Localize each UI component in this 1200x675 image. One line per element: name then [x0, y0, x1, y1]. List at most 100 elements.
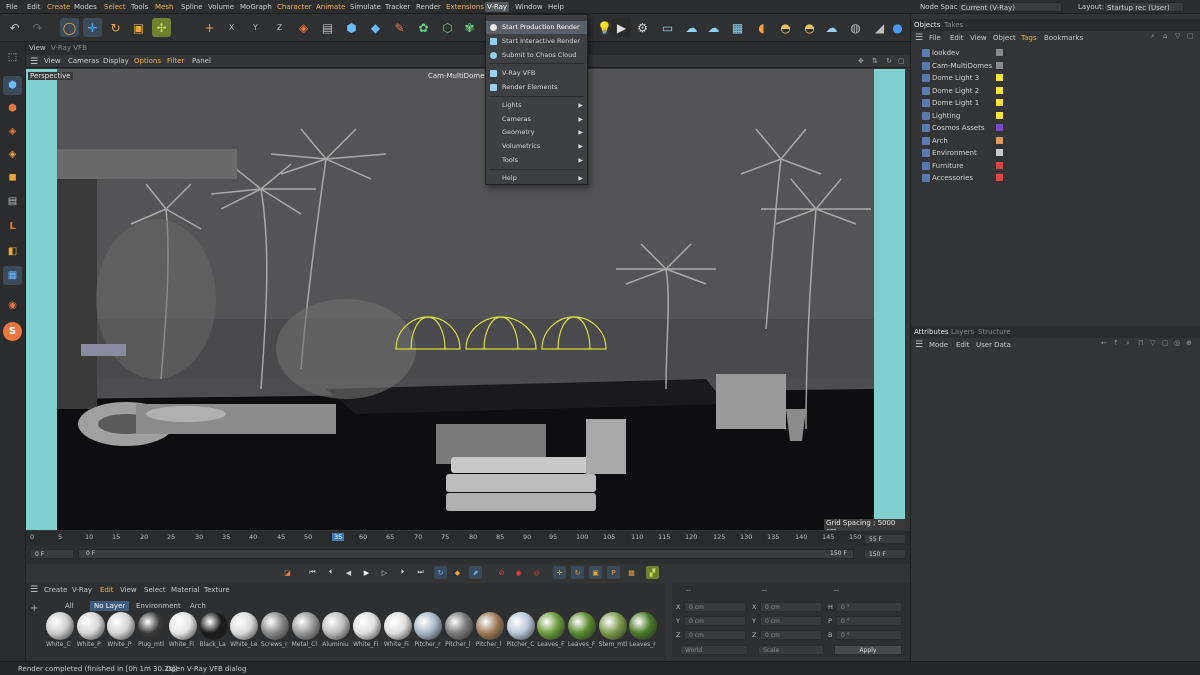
- object-row[interactable]: Arch: [912, 135, 1200, 147]
- tab-vray-vfb[interactable]: V-Ray VFB: [51, 44, 87, 52]
- object-row[interactable]: Furniture: [912, 160, 1200, 172]
- geometry-item[interactable]: Geometry ▶: [486, 126, 587, 139]
- coord-space-select[interactable]: World: [680, 645, 748, 655]
- render-elements-item[interactable]: Render Elements: [486, 81, 587, 94]
- coord-y-size[interactable]: 0 cm: [760, 616, 822, 626]
- back-arrow-icon[interactable]: ←: [1101, 339, 1107, 347]
- material-swatch[interactable]: [567, 612, 596, 640]
- menu-select[interactable]: Select: [102, 2, 128, 12]
- object-mode-icon[interactable]: ⬢: [3, 76, 22, 95]
- coord-z-position[interactable]: 0 cm: [684, 630, 746, 640]
- material-swatch[interactable]: [199, 612, 228, 640]
- autokeying-icon[interactable]: ◉: [512, 566, 525, 579]
- deformer-icon[interactable]: ⬡: [438, 18, 457, 37]
- material-swatch[interactable]: [138, 612, 167, 640]
- filter-environment[interactable]: Environment: [132, 601, 185, 611]
- menu-character[interactable]: Character: [275, 2, 314, 12]
- objects-menu-file[interactable]: File: [929, 34, 941, 42]
- sphere-light-icon[interactable]: ◓: [800, 18, 819, 37]
- lights-item[interactable]: Lights ▶: [486, 99, 587, 112]
- object-row[interactable]: Cam-MultiDomes: [912, 60, 1200, 72]
- menu-render[interactable]: Render: [414, 2, 443, 12]
- param-key-icon[interactable]: P: [607, 566, 620, 579]
- pla-key-icon[interactable]: ▦: [625, 566, 638, 579]
- batch-icon[interactable]: ▦: [728, 18, 747, 37]
- globe-icon[interactable]: ●: [888, 18, 907, 37]
- magnet-icon[interactable]: ◉: [3, 296, 22, 315]
- coord-x-size[interactable]: 0 cm: [760, 602, 822, 612]
- s-icon[interactable]: S: [3, 322, 22, 341]
- points-mode-icon[interactable]: ◈: [3, 122, 22, 141]
- z-axis-icon[interactable]: Z: [270, 18, 289, 37]
- scale-key-icon[interactable]: ▣: [589, 566, 602, 579]
- tab-view[interactable]: View: [29, 44, 46, 52]
- filter-icon[interactable]: ▽: [1150, 339, 1155, 347]
- maximize-icon[interactable]: ▢: [898, 57, 905, 65]
- current-frame-marker[interactable]: 35: [332, 533, 345, 541]
- viewport-menu-cameras[interactable]: Cameras: [68, 57, 99, 65]
- attributes-menu-user-data[interactable]: User Data: [976, 341, 1011, 349]
- coord-z-size[interactable]: 0 cm: [760, 630, 822, 640]
- menu-volume[interactable]: Volume: [206, 2, 236, 12]
- mat-menu-material[interactable]: Material: [171, 586, 199, 594]
- layer-color-swatch[interactable]: [996, 161, 1003, 169]
- search-icon[interactable]: ⌕: [1151, 32, 1155, 41]
- axis-mode-icon[interactable]: L: [3, 217, 22, 236]
- rotate-icon[interactable]: ↻: [106, 18, 125, 37]
- object-row[interactable]: Lighting: [912, 110, 1200, 122]
- menu-edit[interactable]: Edit: [25, 2, 43, 12]
- volumetrics-item[interactable]: Volumetrics ▶: [486, 140, 587, 153]
- menu-tracker[interactable]: Tracker: [383, 2, 412, 12]
- record-settings-icon[interactable]: ◪: [281, 566, 294, 579]
- scale-icon[interactable]: ▣: [129, 18, 148, 37]
- tab-layers[interactable]: Layers: [951, 328, 974, 336]
- filter-no-layer[interactable]: No Layer: [90, 601, 130, 611]
- mat-menu-create[interactable]: Create: [44, 586, 67, 594]
- sky-icon[interactable]: ☁: [822, 18, 841, 37]
- loop-icon[interactable]: ↻: [434, 566, 447, 579]
- coord-system-icon[interactable]: ◈: [294, 18, 313, 37]
- redo-icon[interactable]: ↷: [28, 18, 47, 37]
- end-frame-field[interactable]: 55 F: [864, 534, 906, 544]
- edges-mode-icon[interactable]: ◈: [3, 145, 22, 164]
- motion-icon[interactable]: ▞: [646, 566, 659, 579]
- layer-color-swatch[interactable]: [996, 99, 1003, 106]
- tag-icon[interactable]: ◢: [870, 18, 889, 37]
- lock-icon[interactable]: ⊓: [1138, 339, 1143, 347]
- previous-frame-icon[interactable]: ◀: [342, 566, 355, 579]
- objects-menu-view[interactable]: View: [970, 34, 987, 42]
- orbit-icon[interactable]: ↻: [886, 57, 892, 65]
- coord-p-rotation[interactable]: 0 °: [836, 616, 902, 626]
- apply-button[interactable]: Apply: [834, 645, 902, 655]
- tab-attributes[interactable]: Attributes: [914, 328, 949, 336]
- go-to-start-icon[interactable]: ⏮: [306, 566, 319, 579]
- hamburger-icon[interactable]: ☰: [915, 340, 923, 350]
- layer-color-swatch[interactable]: [996, 149, 1003, 156]
- menu-simulate[interactable]: Simulate: [348, 2, 383, 12]
- node-space-select[interactable]: Current (V-Ray): [958, 2, 1062, 12]
- material-swatch[interactable]: [168, 612, 197, 640]
- layer-color-swatch[interactable]: [996, 136, 1003, 144]
- key-selection-icon[interactable]: ◎: [530, 566, 543, 579]
- snap-icon[interactable]: ✢: [152, 18, 171, 37]
- objects-menu-object[interactable]: Object: [993, 34, 1016, 42]
- hamburger-icon[interactable]: ☰: [30, 585, 38, 595]
- next-frame-icon[interactable]: ▷: [378, 566, 391, 579]
- mat-menu-view[interactable]: View: [120, 586, 137, 594]
- y-axis-icon[interactable]: Y: [246, 18, 265, 37]
- live-selection-icon[interactable]: ◯: [60, 18, 79, 37]
- layout-select[interactable]: Startup rec (User): [1104, 2, 1184, 12]
- object-row[interactable]: Environment: [912, 147, 1200, 159]
- menu-tools[interactable]: Tools: [129, 2, 150, 12]
- object-row[interactable]: Dome Light 2: [912, 85, 1200, 97]
- hamburger-icon[interactable]: ☰: [915, 33, 923, 43]
- cameras-item[interactable]: Cameras ▶: [486, 113, 587, 126]
- dome-light-icon[interactable]: ◓: [776, 18, 795, 37]
- menu-vray[interactable]: V-Ray: [485, 2, 510, 12]
- undo-icon[interactable]: ↶: [5, 18, 24, 37]
- mat-menu-vray[interactable]: V-Ray: [72, 586, 92, 594]
- material-swatch[interactable]: [475, 612, 504, 640]
- vray-vfb-item[interactable]: V-Ray VFB: [486, 67, 587, 80]
- menu-window[interactable]: Window: [513, 2, 545, 12]
- tools-item[interactable]: Tools ▶: [486, 154, 587, 167]
